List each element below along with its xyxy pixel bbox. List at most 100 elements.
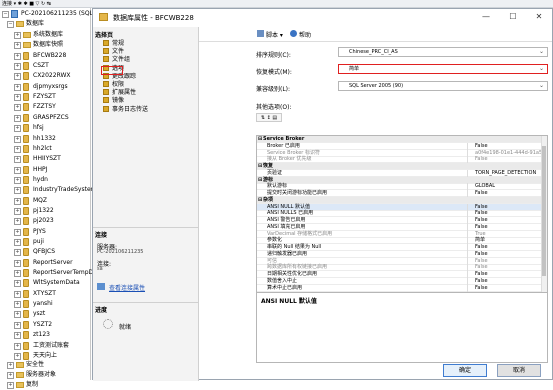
database-icon	[23, 351, 29, 360]
expand-toggle-icon[interactable]: +	[7, 382, 14, 389]
expand-toggle-icon[interactable]: +	[14, 42, 21, 50]
expand-toggle-icon[interactable]: +	[14, 259, 21, 267]
expand-toggle-icon[interactable]: +	[14, 249, 21, 257]
expand-toggle-icon[interactable]: +	[14, 63, 21, 71]
tree-node-label: QFBJCS	[33, 248, 56, 256]
page-icon	[103, 56, 109, 63]
expand-toggle-icon[interactable]: +	[14, 280, 21, 288]
expand-toggle-icon[interactable]: +	[14, 104, 21, 112]
cancel-button[interactable]: 取消	[497, 364, 541, 377]
folder-icon	[16, 372, 24, 378]
page-toolbar: 脚本 ▾ 帮助	[199, 27, 552, 42]
view-connection-properties-link[interactable]: 查看连接属性	[109, 283, 145, 292]
expand-toggle-icon[interactable]: +	[14, 207, 21, 215]
database-icon	[23, 72, 29, 81]
tree-node-label: PJYS	[33, 227, 46, 235]
expand-toggle-icon[interactable]: +	[14, 145, 21, 153]
page-icon	[103, 40, 109, 46]
expand-toggle-icon[interactable]: +	[14, 125, 21, 133]
sort-icons[interactable]: ⇅ ↕ ▤	[256, 113, 282, 122]
expand-toggle-icon[interactable]: +	[14, 301, 21, 309]
close-button[interactable]: ✕	[527, 11, 551, 23]
expand-toggle-icon[interactable]: +	[14, 332, 21, 340]
expand-toggle-icon[interactable]: +	[14, 187, 21, 195]
tree-node-label: puji	[33, 238, 44, 245]
compat-level-value: SQL Server 2005 (90)	[349, 83, 404, 89]
connection-value: sa	[97, 266, 103, 272]
tree-node-label: FZZTSY	[33, 103, 56, 111]
database-icon	[23, 279, 29, 288]
tree-node-label: 复制	[26, 381, 39, 388]
property-grid: Service Broker ⊟ Broker 已启用 False Service Br…	[256, 135, 548, 293]
expand-toggle-icon[interactable]: +	[14, 321, 21, 329]
expand-toggle-icon[interactable]: −	[2, 11, 9, 18]
ok-button[interactable]: 确定	[443, 364, 487, 377]
tree-node-label: HHIIYSZT	[33, 155, 61, 163]
database-icon	[23, 269, 29, 278]
tree-node-label: ReportServerTempDB	[33, 269, 98, 277]
grid-row[interactable]: 算术中止已启用 False	[257, 284, 541, 292]
database-icon	[23, 320, 29, 329]
expand-toggle-icon[interactable]: +	[14, 342, 21, 350]
expand-toggle-icon[interactable]: +	[7, 372, 14, 379]
tree-node-label: HHPJ	[33, 165, 48, 173]
expand-toggle-icon[interactable]: +	[14, 228, 21, 236]
expand-toggle-icon[interactable]: +	[14, 311, 21, 319]
expand-toggle-icon[interactable]: +	[14, 270, 21, 278]
object-explorer-tree: − PC-202106211235 (SQL Serve − 数据库 + 系统数据库 + 数据…	[0, 8, 112, 389]
expand-toggle-icon[interactable]: +	[14, 114, 21, 122]
connection-heading: 连接	[95, 232, 108, 239]
expand-toggle-icon[interactable]: +	[14, 290, 21, 298]
expand-toggle-icon[interactable]: −	[7, 21, 14, 28]
description-title: ANSI NULL 默认值	[261, 298, 317, 305]
object-explorer-toolbar: 连接 ▾ ✱ ✱ ■ ▽ ↻ ↹	[0, 0, 553, 8]
dialog-title: 数据库属性 - BFCWB228	[113, 14, 194, 22]
expand-toggle-icon[interactable]: +	[14, 83, 21, 91]
recovery-model-select[interactable]: 简单 ⌄	[338, 64, 548, 74]
compat-level-select[interactable]: SQL Server 2005 (90) ⌄	[338, 81, 548, 91]
expand-toggle-icon[interactable]: +	[14, 218, 21, 226]
database-icon	[99, 13, 108, 21]
connection-properties-icon	[97, 283, 105, 290]
expand-toggle-icon[interactable]: +	[14, 352, 21, 360]
tree-node-label: MQZ	[33, 196, 48, 204]
database-icon	[23, 196, 29, 205]
expand-toggle-icon[interactable]: +	[14, 135, 21, 143]
expand-toggle-icon[interactable]: +	[14, 176, 21, 184]
tree-node-label: CX2022RWX	[33, 72, 71, 80]
expand-toggle-icon[interactable]: +	[14, 197, 21, 205]
progress-spinner-icon	[103, 319, 113, 329]
database-icon	[23, 134, 29, 143]
grid-scrollbar-thumb[interactable]	[542, 146, 546, 276]
minimize-button[interactable]: —	[474, 11, 498, 23]
tree-node-label: hfsj	[33, 124, 44, 132]
collation-value: Chinese_PRC_CI_AS	[349, 49, 398, 55]
expand-toggle-icon[interactable]: +	[14, 73, 21, 81]
database-icon	[23, 341, 29, 350]
collation-select[interactable]: Chinese_PRC_CI_AS ⌄	[338, 47, 548, 57]
database-icon	[23, 165, 29, 174]
expand-toggle-icon[interactable]: +	[14, 32, 21, 39]
tree-node-label: 系统数据库	[33, 31, 64, 38]
expand-toggle-icon[interactable]: +	[14, 166, 21, 174]
expand-toggle-icon[interactable]: +	[7, 362, 14, 369]
database-icon	[23, 238, 29, 246]
tree-node-label: IndustryTradeSystem	[33, 186, 97, 194]
toolbar-text[interactable]: 连接 ▾ ✱ ✱ ■ ▽ ↻ ↹	[2, 0, 51, 7]
database-icon	[23, 144, 29, 153]
database-icon	[23, 124, 29, 133]
expand-toggle-icon[interactable]: +	[14, 156, 21, 164]
script-button[interactable]: 脚本 ▾	[266, 30, 283, 39]
collation-label: 排序规则(C):	[256, 52, 291, 59]
expand-toggle-icon[interactable]: +	[14, 94, 21, 102]
tree-node-label: FZYSZT	[33, 93, 56, 101]
divider	[93, 302, 198, 303]
expand-toggle-icon[interactable]: +	[14, 239, 21, 246]
tree-node-label: 安全性	[26, 361, 45, 368]
database-icon	[23, 217, 29, 226]
maximize-button[interactable]: ☐	[501, 11, 525, 23]
help-button[interactable]: 帮助	[299, 30, 311, 39]
database-icon	[23, 227, 29, 236]
expand-toggle-icon[interactable]: +	[14, 52, 21, 60]
chevron-down-icon: ⌄	[538, 82, 544, 89]
